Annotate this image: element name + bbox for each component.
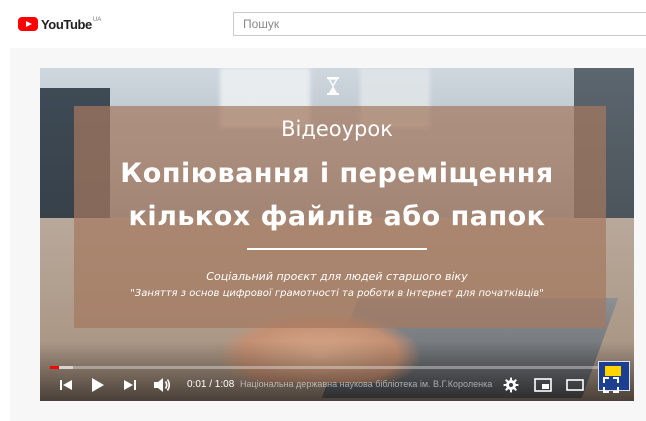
youtube-logo-icon [18, 17, 38, 31]
masthead: YouTube UA [0, 0, 646, 48]
play-icon [92, 378, 104, 392]
skip-previous-icon [60, 380, 72, 390]
search-box [233, 12, 646, 36]
fullscreen-button[interactable] [600, 374, 622, 396]
video-title-line-2: кількох файлів або папок [128, 201, 546, 232]
video-player[interactable]: Відеоурок Копіювання і переміщення кільк… [40, 68, 634, 401]
theater-mode-icon [566, 379, 584, 391]
video-subtitle: Відеоурок [281, 117, 393, 141]
gear-icon [503, 377, 519, 393]
search-input[interactable] [234, 13, 646, 35]
theater-mode-button[interactable] [564, 374, 586, 396]
play-button[interactable] [86, 374, 108, 396]
logo-region-code: UA [92, 17, 102, 23]
next-button[interactable] [120, 374, 140, 396]
miniplayer-button[interactable] [532, 374, 554, 396]
volume-button[interactable] [150, 374, 174, 396]
hourglass-icon [327, 77, 339, 95]
project-caption: Соціальний проєкт для людей старшого вік… [206, 270, 468, 283]
progress-bar[interactable] [50, 366, 624, 369]
volume-icon [154, 378, 171, 392]
youtube-logo[interactable]: YouTube UA [18, 14, 101, 34]
time-display: 0:01 / 1:08 [187, 379, 235, 390]
skip-next-icon [124, 380, 136, 390]
previous-button[interactable] [56, 374, 76, 396]
miniplayer-icon [534, 378, 552, 392]
video-title-line-1: Копіювання і переміщення [120, 158, 554, 189]
logo-text: YouTube [41, 16, 92, 32]
progress-played [50, 366, 59, 369]
channel-watermark: Національна державна наукова бібліотека … [240, 379, 493, 389]
title-divider [247, 248, 427, 250]
settings-button[interactable] [500, 374, 522, 396]
fullscreen-icon [603, 377, 619, 393]
course-caption: "Заняття з основ цифрової грамотності та… [130, 288, 544, 299]
